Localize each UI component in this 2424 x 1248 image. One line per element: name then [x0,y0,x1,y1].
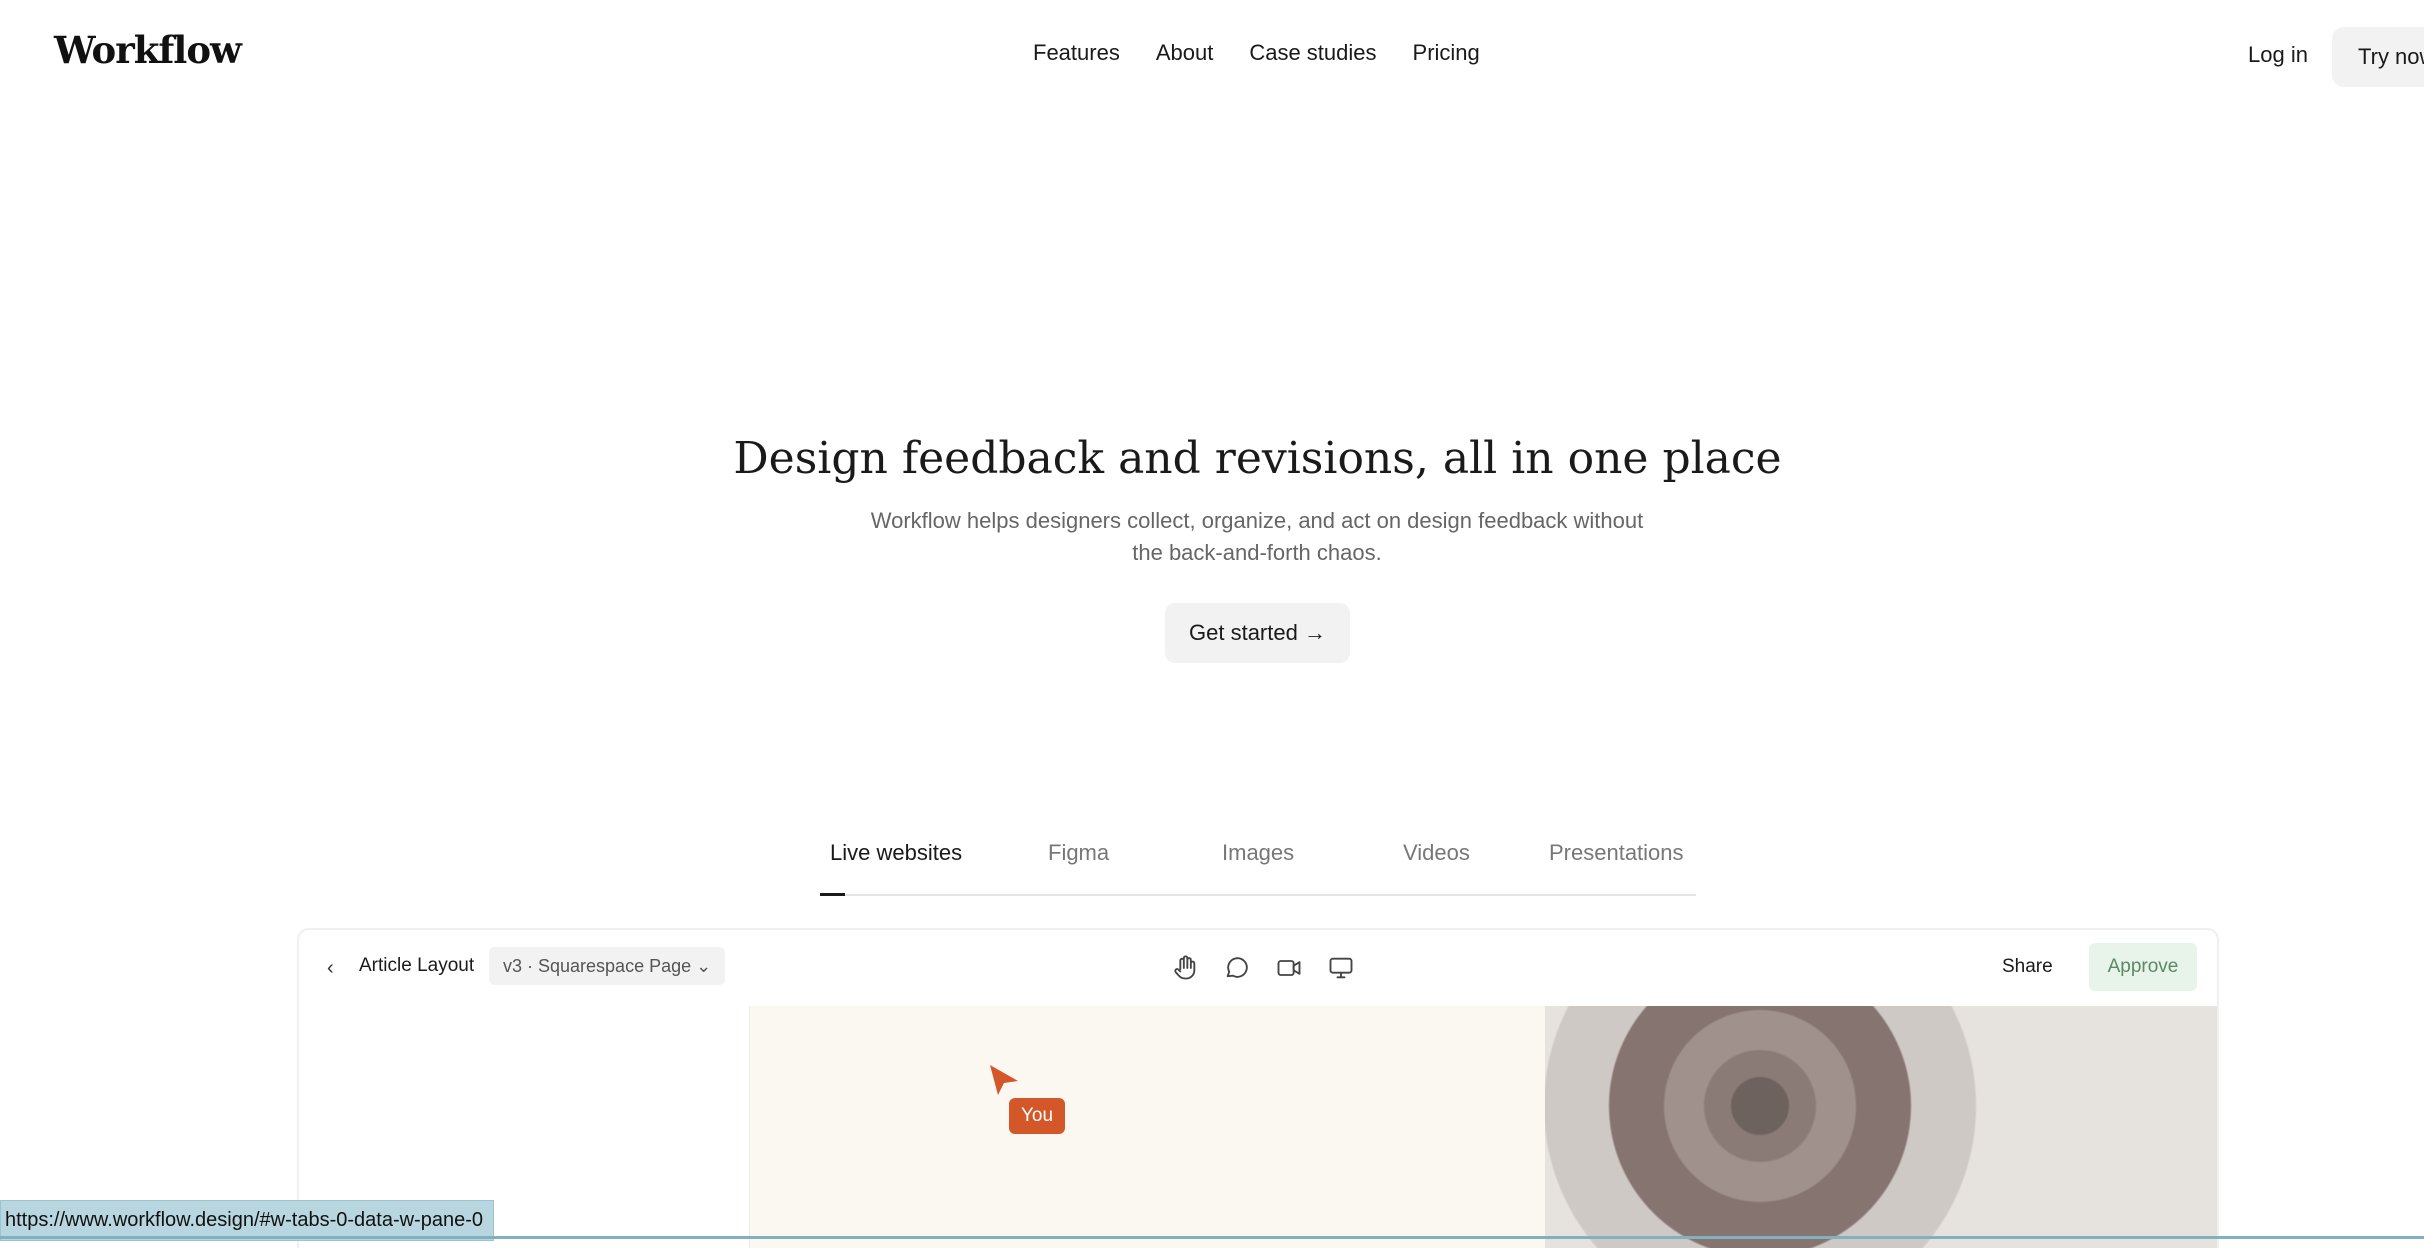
preview-frame: ‹ Article Layout v3 · Squarespace Page ⌄… [297,928,2219,1248]
tool-icons [1171,954,1355,982]
preview-canvas[interactable] [750,1006,1545,1248]
login-link[interactable]: Log in [2248,42,2308,68]
hand-icon[interactable] [1171,954,1199,982]
tab-live-websites[interactable]: Live websites [830,840,962,866]
document-title: Article Layout [359,955,475,976]
nav-links: Features About Case studies Pricing [1033,40,1480,66]
active-tab-indicator [820,893,845,896]
version-select[interactable]: v3 · Squarespace Page ⌄ [489,947,726,985]
nav-link-features[interactable]: Features [1033,40,1120,66]
version-label: v3 · Squarespace Page [503,956,692,976]
nav-link-about[interactable]: About [1156,40,1214,66]
nav-link-case-studies[interactable]: Case studies [1249,40,1376,66]
tab-figma[interactable]: Figma [1048,840,1109,866]
top-nav: Workflow Features About Case studies Pri… [0,0,2424,116]
content-type-tabs: Live websites Figma Images Videos Presen… [820,836,1696,896]
comment-icon[interactable] [1223,954,1251,982]
hero-title: Design feedback and revisions, all in on… [733,433,1782,484]
try-now-button[interactable]: Try now [2332,27,2424,87]
tab-videos[interactable]: Videos [1403,840,1470,866]
video-icon[interactable] [1275,954,1303,982]
cursor-label: You [1009,1098,1066,1134]
chevron-down-icon: ⌄ [696,956,712,976]
tab-images[interactable]: Images [1222,840,1294,866]
cursor-pointer-icon [990,1065,1018,1095]
hero-subtitle: Workflow helps designers collect, organi… [870,508,1644,565]
status-bar-url: https://www.workflow.design/#w-tabs-0-da… [0,1200,494,1241]
share-button[interactable]: Share [2002,956,2053,978]
tab-presentations[interactable]: Presentations [1549,840,1684,866]
get-started-button[interactable]: Get started → [1165,603,1350,663]
approve-button[interactable]: Approve [2089,943,2197,991]
preview-toolbar: ‹ Article Layout v3 · Squarespace Page ⌄… [299,930,2217,1007]
monitor-icon[interactable] [1327,954,1355,982]
brand-logo[interactable]: Workflow [54,28,242,72]
nav-link-pricing[interactable]: Pricing [1413,40,1480,66]
back-chevron-icon[interactable]: ‹ [327,957,334,980]
preview-food-image [1545,1006,2217,1248]
